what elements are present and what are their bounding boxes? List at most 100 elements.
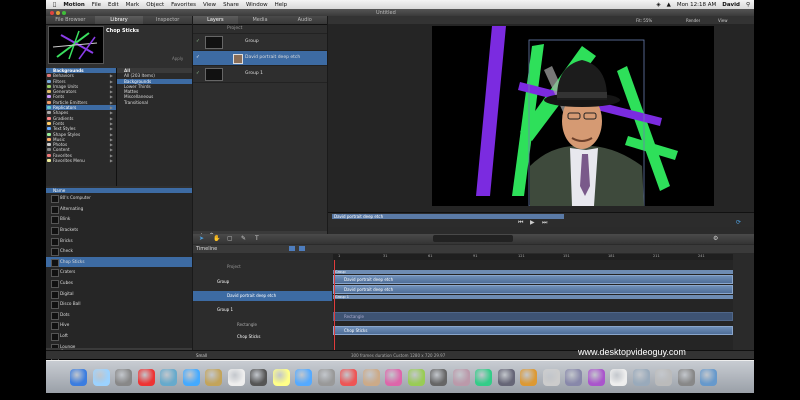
library-item[interactable]: Blink [46,214,192,225]
track-chopsticks-bar[interactable]: Chop Sticks [333,326,733,335]
pan-tool-icon[interactable]: ✋ [213,235,220,242]
clock[interactable]: Mon 12:18 AM [677,2,716,8]
notes-icon[interactable] [272,369,290,386]
loop-icon[interactable]: ⟳ [736,219,741,226]
tab-media[interactable]: Media [238,16,283,24]
menu-help[interactable]: Help [275,2,288,8]
apply-button[interactable]: Apply [172,56,183,61]
dashboard-icon[interactable] [115,369,132,386]
utility-icon[interactable] [700,369,717,386]
track-portrait-bar-1[interactable]: David portrait deep etch [333,275,733,284]
checkbox-icon[interactable]: ✓ [196,51,200,65]
track-portrait-bar-2[interactable]: David portrait deep etch [333,285,733,294]
layer-group1-row[interactable]: ✓ Group 1 [193,66,327,83]
library-item[interactable]: Chop Sticks [46,256,192,268]
contacts-icon[interactable] [205,369,222,386]
apple-menu-icon[interactable]:  [53,2,56,8]
document-icon[interactable] [610,369,627,386]
aperture-icon[interactable] [430,369,447,386]
rewind-icon[interactable]: ⏮ [518,219,523,227]
system-prefs-icon[interactable] [542,369,560,386]
wifi-icon[interactable]: ◈ [656,2,660,8]
facetime-icon[interactable] [182,369,200,386]
iphoto-icon[interactable] [407,369,425,386]
library-item[interactable]: Dots [46,310,192,321]
library-item[interactable]: Check [46,246,192,257]
menu-file[interactable]: File [92,2,101,8]
screen-icon[interactable] [565,369,582,386]
menu-mark[interactable]: Mark [126,2,140,8]
app-icon[interactable] [587,369,605,386]
text-tool-icon[interactable]: T [255,235,259,242]
fit-zoom-menu[interactable]: Fit: 55% [636,18,652,23]
category-item[interactable]: Favorites Menu ▶ [46,158,116,163]
itunes-icon[interactable] [295,369,312,386]
menu-object[interactable]: Object [146,2,164,8]
menu-share[interactable]: Share [223,2,239,8]
calendar-icon[interactable] [227,369,245,386]
tab-audio[interactable]: Audio [282,16,327,24]
menu-view[interactable]: View [203,2,216,8]
tab-file-browser[interactable]: File Browser [46,16,95,24]
shape-tool-icon[interactable]: ▢ [227,235,233,242]
pen-tool-icon[interactable]: ✎ [241,235,246,242]
trash-icon[interactable] [677,369,695,386]
layer-group-row[interactable]: ✓ Group [193,34,327,51]
library-item[interactable]: Disco Ball [46,299,192,310]
checkbox-icon[interactable]: ✓ [196,34,200,50]
compressor-icon[interactable] [385,369,402,386]
library-item[interactable]: Loft [46,331,192,342]
spotlight-icon[interactable]: ⚲ [746,2,750,8]
play-icon[interactable]: ▶ [530,219,535,226]
photo-booth-icon[interactable] [250,369,267,386]
finder-icon[interactable] [70,369,87,386]
final-cut-icon[interactable] [475,369,492,386]
time-machine-icon[interactable] [497,369,515,386]
terminal-icon[interactable] [520,369,537,386]
tab-inspector[interactable]: Inspector [143,16,192,24]
photo-icon[interactable] [340,369,357,386]
minimize-window-button[interactable] [56,10,60,15]
library-item[interactable]: Craters [46,267,192,278]
tab-library[interactable]: Library [94,16,144,24]
layer-project-row[interactable]: Project [193,25,327,34]
subcategory-item[interactable]: Transitional [117,100,192,105]
tab-layers[interactable]: Layers [193,16,238,24]
appstore-icon[interactable] [92,369,110,386]
track-group1-bar[interactable]: Group 1 [333,295,733,299]
close-window-button[interactable] [50,10,54,15]
track-rectangle-bar[interactable]: Rectangle [333,312,733,321]
timeline-option-icon[interactable] [289,246,295,251]
library-item[interactable]: 80's Computer [46,193,192,204]
menu-window[interactable]: Window [246,2,268,8]
user-menu[interactable]: David [722,2,740,8]
folder-icon[interactable] [655,369,672,386]
timecode-display[interactable] [433,235,513,242]
library-item[interactable]: Brackets [46,225,192,236]
chrome-icon[interactable] [137,369,155,386]
timeline-option-icon[interactable] [299,246,305,251]
view-menu[interactable]: View [718,18,728,23]
preview-icon[interactable] [317,369,335,386]
downloads-icon[interactable] [632,369,650,386]
menu-edit[interactable]: Edit [108,2,119,8]
track-group-bar[interactable]: Group [333,270,733,274]
safari-icon[interactable] [160,369,177,386]
imovie-icon[interactable] [452,369,470,386]
settings-icon[interactable]: ⚙ [713,235,718,242]
select-tool-icon[interactable]: ➤ [199,235,204,242]
library-item[interactable]: Hive [46,320,192,331]
library-item[interactable]: Digital [46,289,192,300]
checkbox-icon[interactable]: ✓ [196,66,200,82]
playhead[interactable] [334,260,335,358]
layer-portrait-row[interactable]: ✓ David portrait deep etch [193,51,327,66]
library-item[interactable]: Bricks [46,236,192,247]
forward-icon[interactable]: ⏭ [542,219,547,227]
zoom-window-button[interactable] [62,10,66,15]
menu-motion[interactable]: Motion [63,2,84,8]
library-item[interactable]: Alternating [46,204,192,215]
volume-icon[interactable]: ▲ [667,2,671,8]
library-item[interactable]: Cubes [46,278,192,289]
motion-icon[interactable] [362,369,380,386]
menu-favorites[interactable]: Favorites [171,2,196,8]
